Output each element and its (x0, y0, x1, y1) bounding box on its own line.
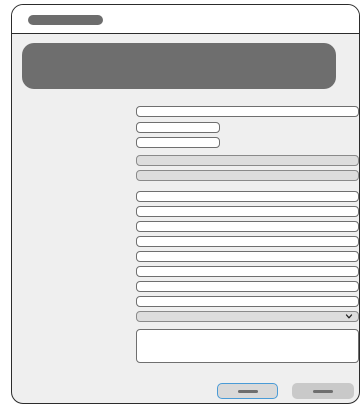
window-title (28, 15, 103, 25)
primary-button[interactable] (217, 383, 278, 399)
disabled-field-2 (136, 170, 359, 181)
header-banner (22, 43, 336, 89)
text-field-7[interactable] (136, 236, 359, 247)
secondary-button-label (313, 389, 333, 393)
notes-textarea[interactable] (136, 329, 359, 363)
text-field-6[interactable] (136, 221, 359, 232)
text-field-3[interactable] (136, 137, 220, 148)
secondary-button[interactable] (292, 383, 354, 399)
text-field-10[interactable] (136, 281, 359, 292)
title-bar (12, 5, 359, 34)
dropdown-select[interactable] (136, 311, 359, 322)
text-field-9[interactable] (136, 266, 359, 277)
primary-button-label (237, 389, 258, 393)
text-field-5[interactable] (136, 206, 359, 217)
chevron-down-icon (345, 314, 353, 319)
dialog-window (11, 4, 360, 404)
disabled-field-1 (136, 155, 359, 166)
text-field-8[interactable] (136, 251, 359, 262)
text-field-11[interactable] (136, 296, 359, 307)
text-field-1[interactable] (136, 106, 359, 117)
text-field-2[interactable] (136, 122, 220, 133)
text-field-4[interactable] (136, 191, 359, 202)
